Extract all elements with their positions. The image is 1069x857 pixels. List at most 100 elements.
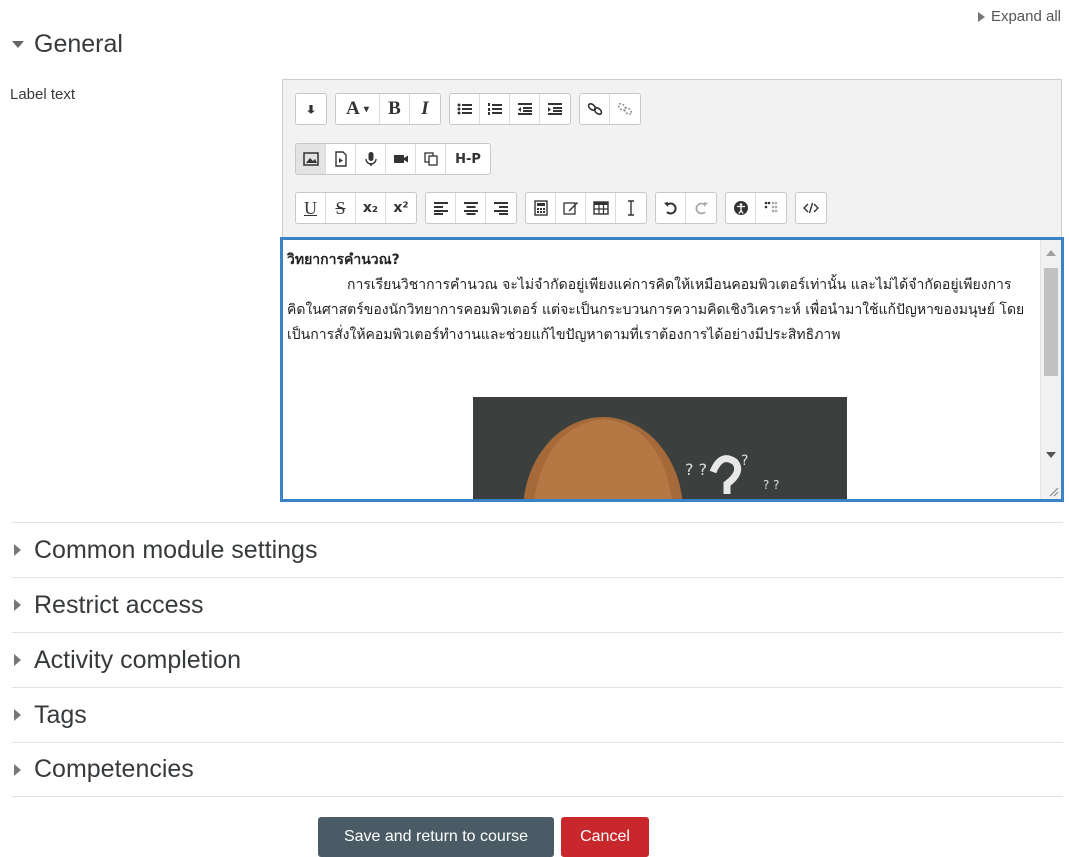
redo-icon (695, 202, 708, 215)
section-activity-completion[interactable]: Activity completion (12, 632, 1063, 687)
section-tags[interactable]: Tags (12, 687, 1063, 742)
toolbar-group-html (795, 192, 827, 224)
label-text-label: Label text (10, 86, 76, 103)
save-and-return-button[interactable]: Save and return to course (318, 817, 554, 857)
align-right-button[interactable] (486, 193, 516, 223)
toolbar-group-links (579, 93, 641, 125)
caret-right-icon (14, 654, 21, 666)
align-left-button[interactable] (426, 193, 456, 223)
scroll-up-arrow-icon[interactable] (1046, 250, 1056, 256)
toolbar-group-style: A ▾ B I (335, 93, 441, 125)
caret-down-icon (12, 41, 24, 48)
paragraph-style-button[interactable]: A ▾ (336, 94, 380, 124)
caret-right-icon (14, 599, 21, 611)
toolbar-group-accessibility (725, 192, 787, 224)
clear-formatting-button[interactable] (616, 193, 646, 223)
insert-h5p-button[interactable]: H-P (446, 144, 490, 174)
section-common-module-settings[interactable]: Common module settings (12, 522, 1063, 577)
accessibility-icon (733, 201, 748, 215)
indent-button[interactable] (540, 94, 570, 124)
insert-table-button[interactable] (586, 193, 616, 223)
scroll-thumb[interactable] (1044, 268, 1058, 376)
expand-all-label: Expand all (990, 8, 1061, 25)
subscript-icon: x₂ (362, 200, 379, 216)
toolbar-row-1: A ▾ B I (295, 93, 641, 125)
unordered-list-button[interactable] (450, 94, 480, 124)
pencil-square-icon (562, 202, 578, 215)
record-video-button[interactable] (386, 144, 416, 174)
general-section-header[interactable]: General (12, 30, 123, 59)
section-title: Tags (34, 700, 87, 729)
cancel-button[interactable]: Cancel (561, 817, 649, 857)
italic-icon: I (421, 98, 429, 119)
thinking-person-image: ? ? ? ? ? (473, 397, 847, 499)
outdent-button[interactable] (510, 94, 540, 124)
accessibility-checker-button[interactable] (726, 193, 756, 223)
show-more-buttons-button[interactable] (296, 94, 326, 124)
ordered-list-button[interactable] (480, 94, 510, 124)
text-cursor-icon (628, 200, 634, 216)
collapse-toggle-icon (307, 105, 315, 114)
microphone-icon (364, 152, 377, 166)
expand-all-link[interactable]: Expand all (977, 8, 1061, 25)
html-source-button[interactable] (796, 193, 826, 223)
undo-icon (663, 202, 676, 215)
superscript-icon: x² (393, 200, 409, 216)
toolbar-group-align (425, 192, 517, 224)
equation-editor-button[interactable] (526, 193, 556, 223)
section-title: Activity completion (34, 645, 242, 674)
manage-files-button[interactable] (416, 144, 446, 174)
bold-button[interactable]: B (380, 94, 410, 124)
caret-right-icon (14, 763, 21, 776)
link-icon (587, 102, 602, 116)
content-heading: วิทยาการคำนวณ? (287, 252, 400, 268)
rich-text-editor: A ▾ B I H-P U S x₂ x² วิทยาการคำนวณ? การ… (280, 79, 1064, 502)
align-center-icon (463, 202, 478, 215)
table-icon (592, 201, 609, 215)
toolbar-row-2: H-P (295, 143, 491, 175)
outdent-icon (517, 103, 532, 115)
screen-reader-helper-button[interactable] (756, 193, 786, 223)
general-section-title: General (34, 30, 123, 58)
section-title: Restrict access (34, 590, 204, 619)
italic-button[interactable]: I (410, 94, 440, 124)
toolbar-group-media: H-P (295, 143, 491, 175)
caret-right-icon (977, 11, 985, 22)
media-file-icon (334, 151, 347, 167)
toolbar-group-text-format: U S x₂ x² (295, 192, 417, 224)
dropdown-arrow-icon: ▾ (363, 103, 369, 115)
embedded-image: ? ? ? ? ? (473, 397, 847, 499)
caret-right-icon (14, 709, 21, 721)
link-button[interactable] (580, 94, 610, 124)
scroll-down-arrow-icon[interactable] (1046, 452, 1056, 458)
subscript-button[interactable]: x₂ (356, 193, 386, 223)
braille-icon (764, 201, 778, 213)
toolbar-group-toggle (295, 93, 327, 125)
unordered-list-icon (457, 103, 472, 115)
redo-button[interactable] (686, 193, 716, 223)
underline-icon: U (304, 197, 317, 218)
superscript-button[interactable]: x² (386, 193, 416, 223)
editor-content-text: วิทยาการคำนวณ? การเรียนวิชาการคำนวณ จะไม… (287, 248, 1025, 348)
content-scrollbar[interactable] (1040, 240, 1061, 499)
resize-handle-icon[interactable] (1047, 485, 1059, 497)
undo-button[interactable] (656, 193, 686, 223)
editor-content-area[interactable]: วิทยาการคำนวณ? การเรียนวิชาการคำนวณ จะไม… (280, 237, 1064, 502)
unlink-button[interactable] (610, 94, 640, 124)
edit-button[interactable] (556, 193, 586, 223)
collapsed-sections-list: Common module settings Restrict access A… (12, 522, 1063, 797)
strikethrough-button[interactable]: S (326, 193, 356, 223)
strikethrough-icon: S (335, 197, 346, 218)
indent-icon (548, 103, 562, 115)
toolbar-group-insert (525, 192, 647, 224)
unlink-icon (617, 103, 633, 115)
underline-button[interactable]: U (296, 193, 326, 223)
record-audio-button[interactable] (356, 144, 386, 174)
section-restrict-access[interactable]: Restrict access (12, 577, 1063, 632)
section-competencies[interactable]: Competencies (12, 742, 1063, 797)
section-title: Common module settings (34, 535, 318, 564)
align-center-button[interactable] (456, 193, 486, 223)
insert-media-button[interactable] (326, 144, 356, 174)
section-title: Competencies (34, 755, 194, 783)
insert-image-button[interactable] (296, 144, 326, 174)
